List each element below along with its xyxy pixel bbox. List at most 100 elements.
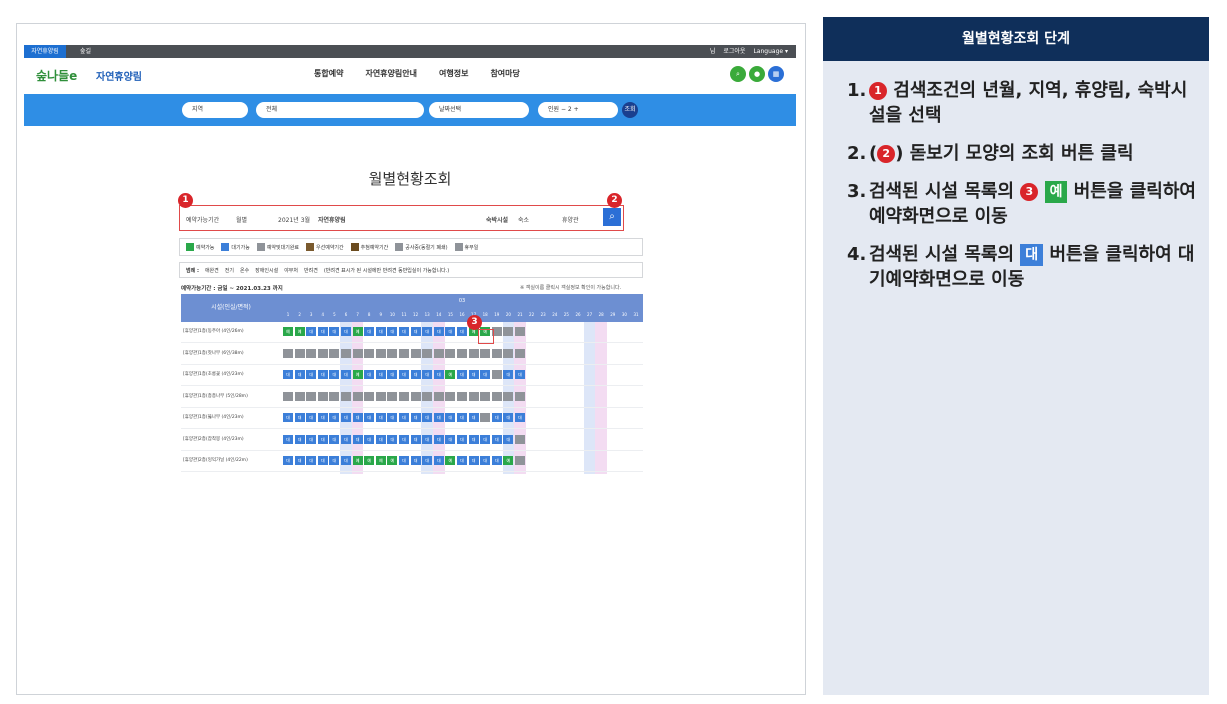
waitlist-cell[interactable]: 대 bbox=[317, 327, 328, 336]
waitlist-cell[interactable]: 대 bbox=[468, 434, 479, 444]
waitlist-cell[interactable]: 대 bbox=[329, 434, 340, 444]
waitlist-cell[interactable]: 대 bbox=[422, 327, 433, 336]
waitlist-cell[interactable]: 대 bbox=[433, 413, 444, 422]
waitlist-cell[interactable]: 대 bbox=[387, 327, 398, 336]
reserve-cell[interactable]: 예 bbox=[283, 327, 293, 336]
nav-community[interactable]: 참여마당 bbox=[490, 68, 519, 79]
reserve-cell[interactable]: 예 bbox=[445, 370, 456, 379]
reserve-cell[interactable]: 예 bbox=[352, 327, 363, 336]
waitlist-cell[interactable]: 대 bbox=[433, 434, 444, 444]
waitlist-cell[interactable]: 대 bbox=[329, 327, 340, 336]
waitlist-cell[interactable]: 대 bbox=[364, 413, 375, 422]
waitlist-cell[interactable]: 대 bbox=[317, 413, 328, 422]
date-select[interactable]: 날짜선택 bbox=[429, 102, 529, 118]
waitlist-cell[interactable]: 대 bbox=[294, 413, 305, 422]
condition-search-button[interactable]: ⌕ bbox=[603, 208, 621, 226]
waitlist-cell[interactable]: 대 bbox=[422, 370, 433, 379]
waitlist-cell[interactable]: 대 bbox=[306, 370, 317, 379]
forest-select[interactable]: 전체 bbox=[256, 102, 424, 118]
waitlist-cell[interactable]: 대 bbox=[457, 434, 467, 444]
waitlist-cell[interactable]: 대 bbox=[503, 434, 514, 444]
reserve-cell[interactable]: 예 bbox=[503, 456, 514, 465]
waitlist-cell[interactable]: 대 bbox=[306, 413, 317, 422]
reserve-cell[interactable]: 예 bbox=[294, 327, 305, 336]
waitlist-cell[interactable]: 대 bbox=[457, 370, 467, 379]
waitlist-cell[interactable]: 대 bbox=[445, 327, 456, 336]
facility-name[interactable]: [휴양관]2층(잡착봉 (4인/23m) bbox=[183, 436, 244, 442]
waitlist-cell[interactable]: 대 bbox=[410, 413, 421, 422]
reserve-cell[interactable]: 예 bbox=[387, 456, 398, 465]
waitlist-cell[interactable]: 대 bbox=[283, 413, 293, 422]
grid-icon[interactable]: ▦ bbox=[768, 66, 784, 82]
waitlist-cell[interactable]: 대 bbox=[306, 456, 317, 465]
waitlist-cell[interactable]: 대 bbox=[422, 456, 433, 465]
waitlist-cell[interactable]: 대 bbox=[341, 434, 351, 444]
site-name[interactable]: 자연휴양림 bbox=[96, 68, 142, 83]
waitlist-cell[interactable]: 대 bbox=[283, 434, 293, 444]
waitlist-cell[interactable]: 대 bbox=[329, 413, 340, 422]
waitlist-cell[interactable]: 대 bbox=[341, 456, 351, 465]
facility-name[interactable]: [휴양관]1층(뚫나무 (4인/23m) bbox=[183, 414, 244, 420]
reserve-cell[interactable]: 예 bbox=[352, 456, 363, 465]
waitlist-cell[interactable]: 대 bbox=[375, 413, 386, 422]
waitlist-cell[interactable]: 대 bbox=[399, 434, 409, 444]
waitlist-cell[interactable]: 대 bbox=[399, 456, 409, 465]
waitlist-cell[interactable]: 대 bbox=[480, 434, 491, 444]
reserve-cell[interactable]: 예 bbox=[364, 456, 375, 465]
waitlist-cell[interactable]: 대 bbox=[399, 413, 409, 422]
option-monthly[interactable]: 월별 bbox=[236, 215, 247, 224]
tab-trail[interactable]: 숲길 bbox=[80, 45, 91, 58]
waitlist-cell[interactable]: 대 bbox=[317, 456, 328, 465]
waitlist-cell[interactable]: 대 bbox=[515, 370, 525, 379]
user-icon[interactable]: ● bbox=[749, 66, 765, 82]
waitlist-cell[interactable]: 대 bbox=[375, 370, 386, 379]
waitlist-cell[interactable]: 대 bbox=[410, 434, 421, 444]
waitlist-cell[interactable]: 대 bbox=[399, 370, 409, 379]
waitlist-cell[interactable]: 대 bbox=[364, 434, 375, 444]
waitlist-cell[interactable]: 대 bbox=[491, 434, 502, 444]
waitlist-cell[interactable]: 대 bbox=[433, 370, 444, 379]
facility-name[interactable]: [휴양관]1층(동주아 (4인/26m) bbox=[183, 328, 244, 334]
waitlist-cell[interactable]: 대 bbox=[387, 413, 398, 422]
facility-name[interactable]: [휴양관]1층(층층나무 (5인/28m) bbox=[183, 393, 248, 399]
waitlist-cell[interactable]: 대 bbox=[491, 456, 502, 465]
waitlist-cell[interactable]: 대 bbox=[294, 434, 305, 444]
reserve-cell[interactable]: 예 bbox=[352, 370, 363, 379]
waitlist-cell[interactable]: 대 bbox=[410, 327, 421, 336]
reserve-cell[interactable]: 예 bbox=[445, 456, 456, 465]
waitlist-cell[interactable]: 대 bbox=[468, 413, 479, 422]
region-select[interactable]: 지역 bbox=[182, 102, 248, 118]
waitlist-cell[interactable]: 대 bbox=[317, 370, 328, 379]
waitlist-cell[interactable]: 대 bbox=[387, 370, 398, 379]
waitlist-cell[interactable]: 대 bbox=[457, 327, 467, 336]
waitlist-cell[interactable]: 대 bbox=[445, 413, 456, 422]
language-select[interactable]: Language ▾ bbox=[753, 45, 788, 58]
waitlist-cell[interactable]: 대 bbox=[329, 370, 340, 379]
waitlist-cell[interactable]: 대 bbox=[445, 434, 456, 444]
waitlist-cell[interactable]: 대 bbox=[457, 413, 467, 422]
waitlist-cell[interactable]: 대 bbox=[480, 370, 491, 379]
waitlist-cell[interactable]: 대 bbox=[433, 456, 444, 465]
waitlist-cell[interactable]: 대 bbox=[375, 327, 386, 336]
waitlist-cell[interactable]: 대 bbox=[341, 370, 351, 379]
waitlist-cell[interactable]: 대 bbox=[306, 327, 317, 336]
waitlist-cell[interactable]: 대 bbox=[364, 370, 375, 379]
waitlist-cell[interactable]: 대 bbox=[422, 413, 433, 422]
nav-reservation[interactable]: 통합예약 bbox=[314, 68, 343, 79]
waitlist-cell[interactable]: 대 bbox=[503, 370, 514, 379]
waitlist-cell[interactable]: 대 bbox=[283, 456, 293, 465]
waitlist-cell[interactable]: 대 bbox=[306, 434, 317, 444]
waitlist-cell[interactable]: 대 bbox=[410, 456, 421, 465]
waitlist-cell[interactable]: 대 bbox=[503, 413, 514, 422]
waitlist-cell[interactable]: 대 bbox=[341, 327, 351, 336]
waitlist-cell[interactable]: 대 bbox=[468, 456, 479, 465]
waitlist-cell[interactable]: 대 bbox=[341, 413, 351, 422]
persons-stepper[interactable]: 인원 − 2 + bbox=[538, 102, 618, 118]
waitlist-cell[interactable]: 대 bbox=[352, 413, 363, 422]
month-select[interactable]: 2021년 3월 bbox=[278, 215, 310, 224]
search-icon[interactable]: ⌕ bbox=[730, 66, 746, 82]
waitlist-cell[interactable]: 대 bbox=[329, 456, 340, 465]
facility-select[interactable]: 숙소 bbox=[518, 215, 529, 224]
site-logo[interactable]: 숲나들e bbox=[36, 67, 77, 84]
extra-select[interactable]: 휴양관 bbox=[562, 215, 579, 224]
